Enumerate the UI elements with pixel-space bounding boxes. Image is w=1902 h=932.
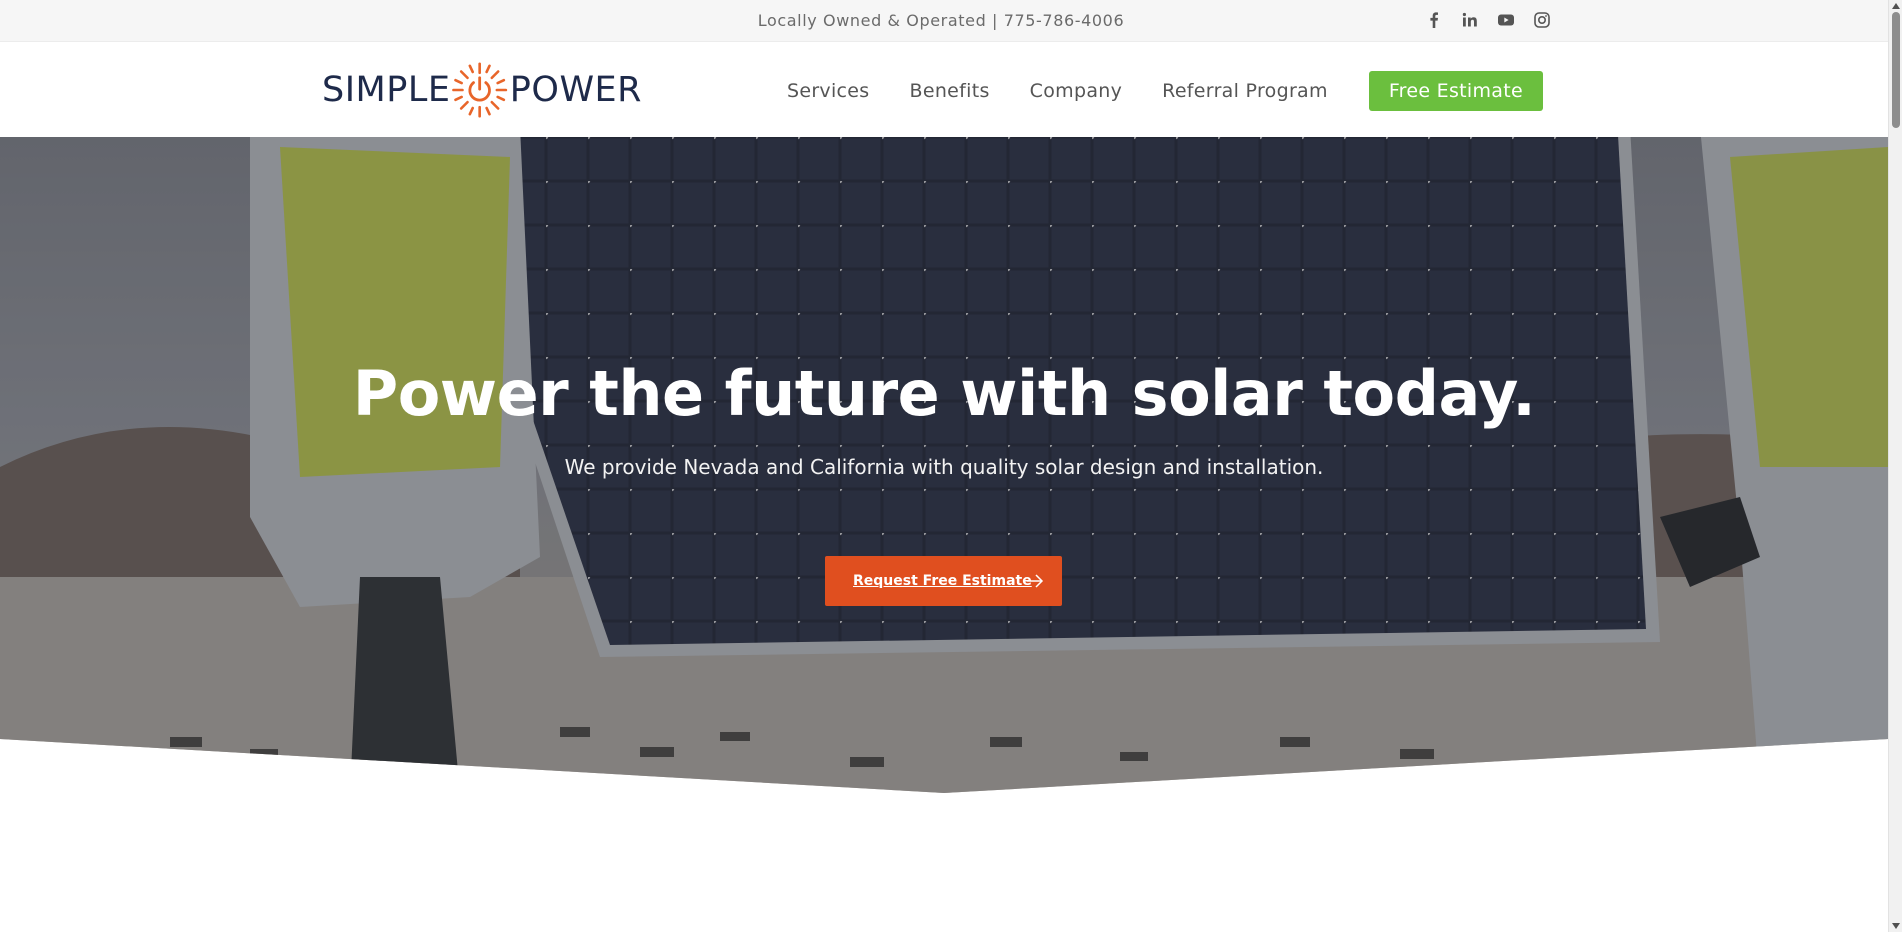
nav-benefits[interactable]: Benefits xyxy=(910,80,990,102)
scroll-down-icon[interactable] xyxy=(1891,921,1901,931)
hero-section: Power the future with solar today. We pr… xyxy=(0,137,1888,793)
scroll-up-icon[interactable] xyxy=(1891,1,1901,11)
logo-word-power: POWER xyxy=(509,70,642,110)
page-scrollbar[interactable] xyxy=(1888,0,1902,932)
linkedin-icon[interactable] xyxy=(1461,11,1479,29)
arrow-right-icon xyxy=(1027,574,1044,588)
site-header: SIMPLE POWER Services Benefits Company R… xyxy=(0,42,1888,137)
nav-services[interactable]: Services xyxy=(787,80,870,102)
hero-title: Power the future with solar today. xyxy=(352,357,1536,430)
facebook-icon[interactable] xyxy=(1425,11,1443,29)
free-estimate-button[interactable]: Free Estimate xyxy=(1368,71,1543,111)
contact-tagline: Locally Owned & Operated | 775-786-4006 xyxy=(757,11,1125,30)
nav-referral-program[interactable]: Referral Program xyxy=(1162,80,1328,102)
social-links xyxy=(1425,11,1551,29)
request-free-estimate-button[interactable]: Request Free Estimate xyxy=(825,556,1062,606)
youtube-icon[interactable] xyxy=(1497,11,1515,29)
request-free-estimate-label: Request Free Estimate xyxy=(853,573,1032,589)
hero-subtitle: We provide Nevada and California with qu… xyxy=(564,455,1324,479)
sun-power-icon xyxy=(452,62,508,118)
nav-company[interactable]: Company xyxy=(1030,80,1123,102)
main-nav: Services Benefits Company Referral Progr… xyxy=(747,71,1543,111)
top-bar: Locally Owned & Operated | 775-786-4006 xyxy=(0,0,1888,42)
instagram-icon[interactable] xyxy=(1533,11,1551,29)
simple-power-logo[interactable]: SIMPLE POWER xyxy=(322,57,642,123)
logo-word-simple: SIMPLE xyxy=(322,70,451,110)
scrollbar-thumb[interactable] xyxy=(1892,12,1900,128)
